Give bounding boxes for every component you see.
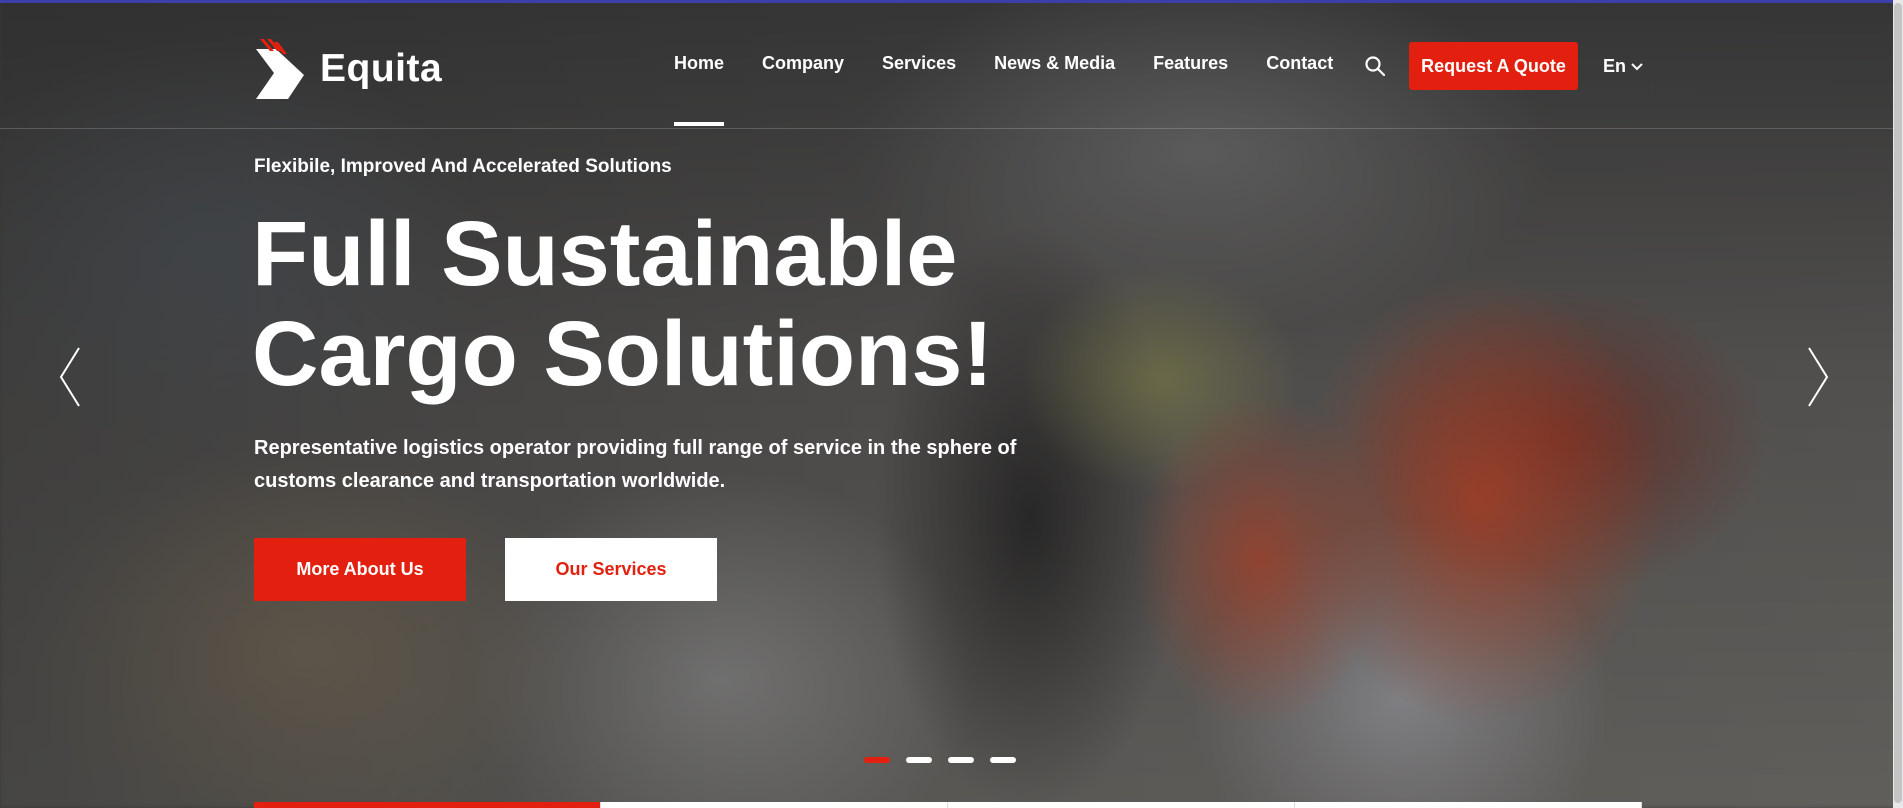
nav-item-company[interactable]: Company <box>762 53 844 74</box>
search-button[interactable] <box>1364 55 1386 77</box>
request-quote-button[interactable]: Request A Quote <box>1409 42 1578 90</box>
search-icon <box>1365 56 1386 77</box>
slide-dot-3[interactable] <box>948 757 974 763</box>
site-header: Equita Home Company Services News & Medi… <box>0 3 1893 129</box>
slide-dot-4[interactable] <box>990 757 1016 763</box>
feature-tab-3[interactable] <box>948 802 1295 808</box>
feature-tabs <box>254 802 1642 808</box>
hero-description: Representative logistics operator provid… <box>254 432 1034 498</box>
description-line-2: customs clearance and transportation wor… <box>254 470 726 492</box>
slide-dot-2[interactable] <box>906 757 932 763</box>
language-label: En <box>1603 56 1627 76</box>
slide-dot-1[interactable] <box>864 757 890 763</box>
nav-item-home[interactable]: Home <box>674 53 725 126</box>
nav-item-news-media[interactable]: News & Media <box>994 53 1115 74</box>
feature-tab-1[interactable] <box>254 802 601 808</box>
chevron-down-icon <box>1631 62 1643 70</box>
headline-line-1: Full Sustainable <box>252 203 958 305</box>
slider-next-button[interactable] <box>1807 346 1829 408</box>
description-line-1: Representative logistics operator provid… <box>254 437 1017 459</box>
feature-tab-4[interactable] <box>1295 802 1642 808</box>
nav-item-contact[interactable]: Contact <box>1266 53 1333 74</box>
hero-headline: Full Sustainable Cargo Solutions! <box>252 204 993 404</box>
page-scrollbar[interactable] <box>1893 0 1903 808</box>
hero-eyebrow: Flexibile, Improved And Accelerated Solu… <box>254 156 672 177</box>
our-services-button[interactable]: Our Services <box>505 538 717 601</box>
slider-pagination <box>864 757 1032 763</box>
chevron-right-icon <box>1808 347 1829 407</box>
language-selector[interactable]: En <box>1603 56 1643 77</box>
feature-tab-2[interactable] <box>601 802 948 808</box>
scrollbar-thumb[interactable] <box>1894 3 1902 803</box>
chevron-left-icon <box>59 347 80 407</box>
headline-line-2: Cargo Solutions! <box>252 303 994 405</box>
nav-item-features[interactable]: Features <box>1153 53 1228 74</box>
more-about-us-button[interactable]: More About Us <box>254 538 466 601</box>
nav-item-services[interactable]: Services <box>882 53 956 74</box>
chevron-logo-icon <box>256 39 304 99</box>
main-nav: Home Company Services News & Media Featu… <box>674 53 1371 126</box>
slider-prev-button[interactable] <box>59 346 81 408</box>
brand-name: Equita <box>320 47 443 90</box>
logo[interactable]: Equita <box>254 39 442 99</box>
